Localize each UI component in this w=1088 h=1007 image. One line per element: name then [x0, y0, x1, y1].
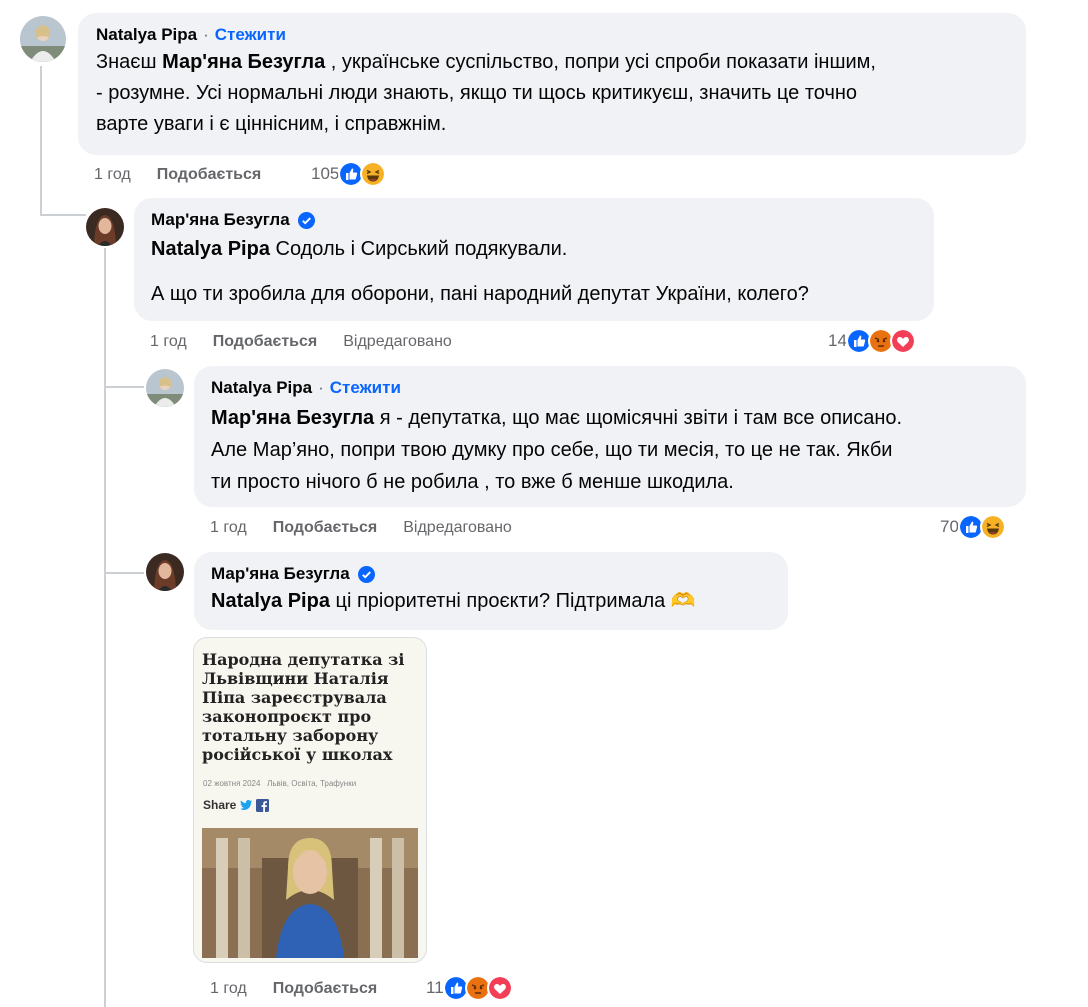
mention-link[interactable]: Мар'яна Безугла — [162, 51, 325, 73]
love-icon — [889, 328, 916, 354]
comment-author[interactable]: Natalya Pipa — [96, 23, 197, 47]
reaction-count: 70 — [940, 517, 959, 536]
image-attachment[interactable]: Народна депутатка зі Львівщини Наталія П… — [193, 637, 427, 963]
verified-badge-icon — [357, 565, 375, 583]
comment-text: Мар'яна Безугла я - депутатка, що має що… — [211, 407, 903, 493]
comment-actions: 1 год Подобається — [94, 163, 287, 187]
like-button[interactable]: Подобається — [273, 980, 378, 998]
attachment-meta: 02 жовтня 2024 Львів, Освіта, Трафунки — [203, 779, 357, 788]
like-button[interactable]: Подобається — [273, 519, 378, 537]
comment-text: Natalya Pipa ці пріоритетні проєкти? Під… — [211, 590, 696, 612]
comment-author[interactable]: Мар'яна Безугла — [151, 208, 290, 232]
reaction-summary[interactable]: 70 — [940, 513, 1006, 541]
comment-actions: 1 год Подобається Відредаговано — [150, 330, 478, 354]
reply-bubble: Мар'яна Безугла Natalya Pipa Содоль і Си… — [134, 198, 934, 321]
attachment-share: Share — [203, 798, 270, 812]
timestamp[interactable]: 1 год — [150, 333, 187, 351]
love-icon — [486, 975, 513, 1001]
timestamp[interactable]: 1 год — [210, 519, 247, 537]
reaction-summary[interactable]: 11 — [426, 974, 513, 1002]
edited-label[interactable]: Відредаговано — [343, 333, 452, 351]
reply-bubble: Мар'яна Безугла Natalya Pipa ці пріорите… — [194, 552, 788, 630]
avatar-natalya[interactable] — [20, 16, 66, 62]
thread-line-reply-branch2 — [104, 572, 144, 574]
reaction-summary[interactable]: 105 — [311, 160, 387, 188]
mention-link[interactable]: Natalya Pipa — [211, 590, 330, 612]
haha-icon — [979, 514, 1006, 540]
avatar-maryana[interactable] — [146, 553, 184, 591]
follow-button[interactable]: Стежити — [330, 376, 401, 400]
reaction-count: 105 — [311, 164, 340, 183]
edited-label[interactable]: Відредаговано — [403, 519, 512, 537]
twitter-icon — [240, 800, 253, 810]
follow-button[interactable]: Стежити — [215, 23, 286, 47]
thread-line-main — [40, 66, 42, 216]
comment-text-paragraph: А що ти зробила для оборони, пані народн… — [151, 283, 809, 305]
thread-line-main-curve — [40, 214, 86, 216]
comment-text: Natalya Pipa Содоль і Сирський подякувал… — [151, 238, 568, 260]
reaction-summary[interactable]: 14 — [828, 327, 916, 355]
avatar-maryana[interactable] — [86, 208, 124, 246]
attachment-photo — [202, 828, 418, 958]
comment-actions: 1 год Подобається Відредаговано — [210, 516, 538, 540]
haha-icon — [360, 161, 387, 187]
timestamp[interactable]: 1 год — [94, 166, 131, 184]
reaction-count: 11 — [426, 978, 444, 997]
mention-link[interactable]: Мар'яна Безугла — [211, 407, 374, 429]
comment-author[interactable]: Natalya Pipa — [211, 376, 312, 400]
reply-bubble: Natalya Pipa · Стежити Мар'яна Безугла я… — [194, 366, 1026, 507]
timestamp[interactable]: 1 год — [210, 980, 247, 998]
comment-bubble: Natalya Pipa · Стежити Знаєш Мар'яна Без… — [78, 13, 1026, 155]
verified-badge-icon — [297, 211, 315, 229]
thread-line-reply-branch1 — [104, 386, 144, 388]
attachment-headline: Народна депутатка зі Львівщини Наталія П… — [202, 650, 405, 764]
mention-link[interactable]: Natalya Pipa — [151, 238, 270, 260]
facebook-icon — [256, 798, 270, 812]
thread-line-reply — [104, 248, 106, 1007]
comment-actions: 1 год Подобається — [210, 977, 403, 1001]
comment-author[interactable]: Мар'яна Безугла — [211, 562, 350, 586]
like-button[interactable]: Подобається — [157, 166, 262, 184]
comment-text: Знаєш Мар'яна Безугла , українське суспі… — [96, 51, 876, 135]
reaction-count: 14 — [828, 331, 847, 350]
avatar-natalya[interactable] — [146, 369, 184, 407]
like-button[interactable]: Подобається — [213, 333, 318, 351]
